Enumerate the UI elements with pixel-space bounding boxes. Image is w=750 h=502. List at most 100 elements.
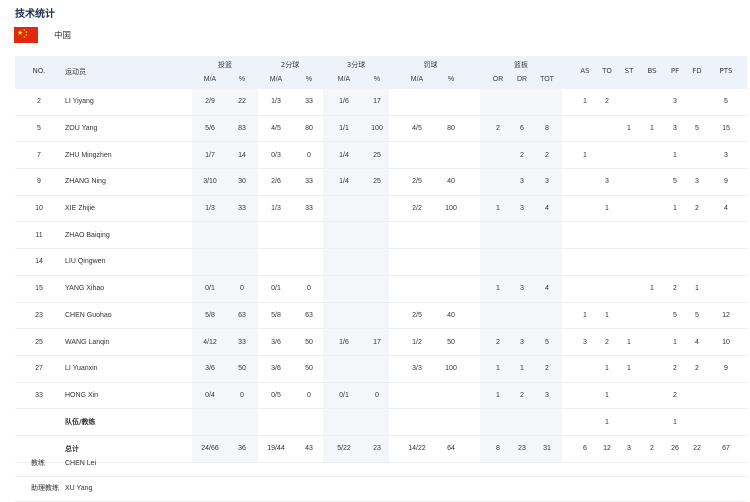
cell-p2p: 0: [307, 151, 311, 159]
cell-fd: [685, 409, 709, 435]
cell-bs: [640, 356, 664, 382]
cell-ftp: [436, 249, 466, 275]
cell-bs: [640, 383, 664, 409]
cell-bs: 1: [650, 285, 654, 293]
cell-pf: 2: [673, 391, 677, 399]
cell-name: ZHU Mingzhen: [65, 151, 112, 159]
cell-pts: 5: [724, 98, 728, 106]
cell-fgp: 63: [238, 311, 246, 319]
cell-ft: [402, 409, 432, 435]
cell-ft: 3/3: [412, 365, 422, 373]
cell-pf: 2: [673, 365, 677, 373]
cell-p3p: [362, 356, 392, 382]
cell-ft: [402, 89, 432, 115]
cell-dr: [512, 409, 532, 435]
cell-p2p: 33: [305, 98, 313, 106]
team-name: 中国: [54, 31, 72, 41]
cell-p3: 1/4: [339, 151, 349, 159]
player-row: 10 XIE Zhijie 1/3 33 1/3 33 2/2 100 1 3 4 1 1 2 4: [15, 195, 747, 223]
cell-fd: 3: [695, 178, 699, 186]
cell-as: [573, 196, 597, 222]
cell-p2p: 50: [305, 338, 313, 346]
cell-fgp: 33: [238, 205, 246, 213]
cell-to: [595, 276, 619, 302]
cell-fd: 2: [695, 205, 699, 213]
cell-pf: [663, 249, 687, 275]
header-fg: 投篮: [218, 61, 232, 69]
player-row: 23 CHEN Guohao 5/8 63 5/8 63 2/5 40 1 1 5 5 12: [15, 302, 747, 330]
cell-tot: 5: [545, 338, 549, 346]
cell-fg: 5/8: [205, 311, 215, 319]
cell-ft: [402, 383, 432, 409]
cell-bs: [640, 409, 664, 435]
cell-p2p: 63: [305, 311, 313, 319]
cell-to: 1: [605, 365, 609, 373]
cell-p2p: [294, 222, 324, 248]
cell-p2p: [294, 409, 324, 435]
cell-pf: 1: [673, 338, 677, 346]
header-pct: %: [447, 76, 455, 83]
cell-fgp: 50: [238, 365, 246, 373]
cell-ftp: [436, 409, 466, 435]
cell-name: YANG Xihao: [65, 285, 105, 293]
cell-pts: [713, 222, 739, 248]
cell-to: 3: [605, 178, 609, 186]
cell-p2: 5/8: [271, 311, 281, 319]
cell-no: 23: [35, 311, 43, 319]
cell-fd: 4: [695, 338, 699, 346]
cell-p3p: 100: [371, 125, 383, 133]
cell-pf: 1: [673, 151, 677, 159]
cell-fg: 1/3: [205, 205, 215, 213]
cell-fgp: 0: [240, 285, 244, 293]
cell-pf: 5: [673, 178, 677, 186]
player-row: 11 ZHAO Baiqing: [15, 222, 747, 250]
cell-fg: 3/10: [203, 178, 217, 186]
cell-no: 15: [35, 285, 43, 293]
cell-fd: [685, 142, 709, 168]
cell-fg: 3/6: [205, 365, 215, 373]
cell-p2p: 50: [305, 365, 313, 373]
cell-or: [488, 303, 508, 329]
cell-or: 2: [496, 125, 500, 133]
cell-dr: [512, 222, 532, 248]
cell-fg: 5/6: [205, 125, 215, 133]
cell-or: [488, 169, 508, 195]
cell-ftp: [436, 383, 466, 409]
header-pct: %: [373, 76, 381, 83]
cell-fgp: 33: [238, 338, 246, 346]
cell-no: 14: [35, 258, 43, 266]
cell-as: [573, 383, 597, 409]
header-to: TO: [602, 67, 612, 75]
header-tot: TOT: [540, 76, 554, 83]
cell-p2p: 0: [307, 391, 311, 399]
cell-pts: 3: [724, 151, 728, 159]
cell-ftp: [436, 276, 466, 302]
cell-p2p: [294, 249, 324, 275]
table-body: 2 LI Yiyang 2/9 22 1/3 33 1/6 17 1 2 3 5 5 ZOU Yang 5/…: [15, 89, 747, 463]
cell-dr: [512, 303, 532, 329]
header-3p: 3分球: [346, 61, 366, 69]
cell-ftp: 40: [447, 178, 455, 186]
header-fd: FD: [692, 67, 702, 75]
cell-name: ZOU Yang: [65, 125, 98, 133]
cell-fd: 5: [695, 125, 699, 133]
player-row: 5 ZOU Yang 5/6 83 4/5 80 1/1 100 4/5 80 2 6 8 1 1 3 5 15: [15, 115, 747, 143]
cell-p2: 2/6: [271, 178, 281, 186]
cell-bs: [640, 169, 664, 195]
cell-fgp: 83: [238, 125, 246, 133]
cell-ftp: 100: [445, 365, 457, 373]
cell-as: [573, 116, 597, 142]
coach-row: 教练 CHEN Lei: [15, 451, 747, 477]
cell-name: ZHANG Ning: [65, 178, 106, 186]
cell-no: 25: [35, 338, 43, 346]
cell-name: HONG Xin: [65, 391, 99, 399]
cell-as: [573, 409, 597, 435]
cell-as: [573, 169, 597, 195]
cell-p2: [261, 409, 291, 435]
cell-fd: [685, 249, 709, 275]
cell-no: 5: [37, 125, 41, 133]
cell-no: 33: [35, 391, 43, 399]
cell-pts: [713, 276, 739, 302]
cell-pf: 1: [673, 418, 677, 426]
cell-pf: 3: [673, 125, 677, 133]
